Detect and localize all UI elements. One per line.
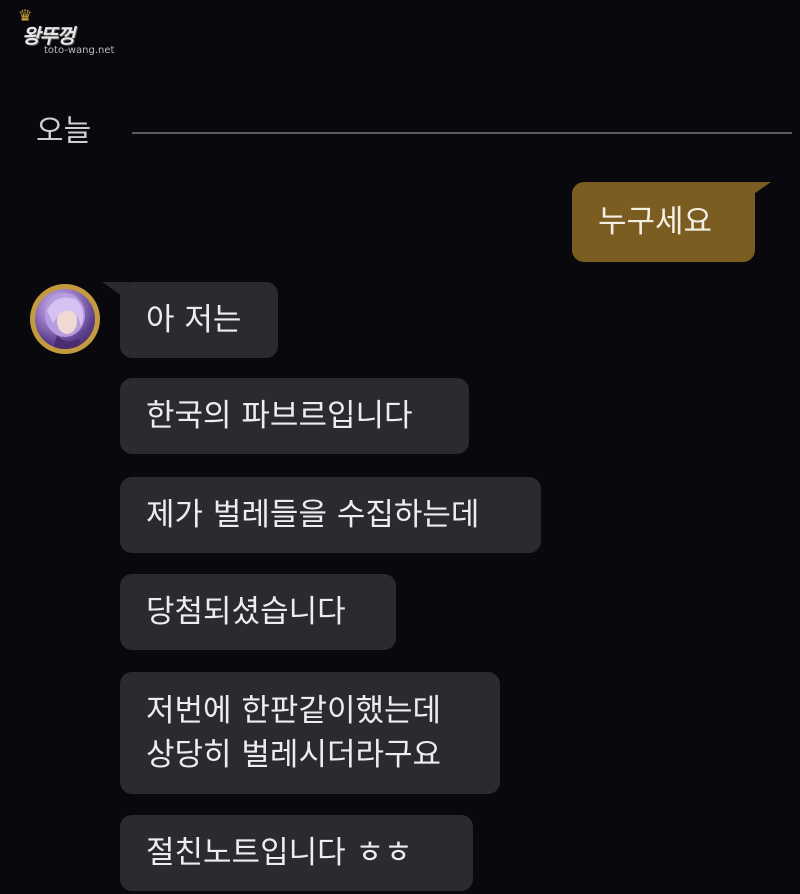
incoming-message[interactable]: 절친노트입니다 ㅎㅎ — [120, 815, 473, 891]
date-label: 오늘 — [36, 114, 92, 149]
outgoing-message[interactable]: 누구세요 — [572, 182, 755, 262]
outgoing-bubble-tail — [745, 182, 771, 200]
incoming-message[interactable]: 저번에 한판같이했는데 상당히 벌레시더라구요 — [120, 672, 500, 794]
incoming-message[interactable]: 아 저는 — [120, 282, 278, 358]
incoming-message[interactable]: 한국의 파브르입니다 — [120, 378, 469, 454]
watermark-logo: ♛ 왕뚜껑 toto-wang.net — [8, 6, 120, 57]
incoming-message[interactable]: 당첨되셨습니다 — [120, 574, 396, 650]
date-separator: 오늘 — [36, 112, 792, 152]
purple-hair-character-icon — [35, 289, 95, 349]
watermark-url: toto-wang.net — [44, 45, 115, 56]
avatar[interactable] — [30, 284, 100, 354]
date-divider-line — [132, 132, 792, 134]
incoming-message[interactable]: 제가 벌레들을 수집하는데 — [120, 477, 541, 553]
